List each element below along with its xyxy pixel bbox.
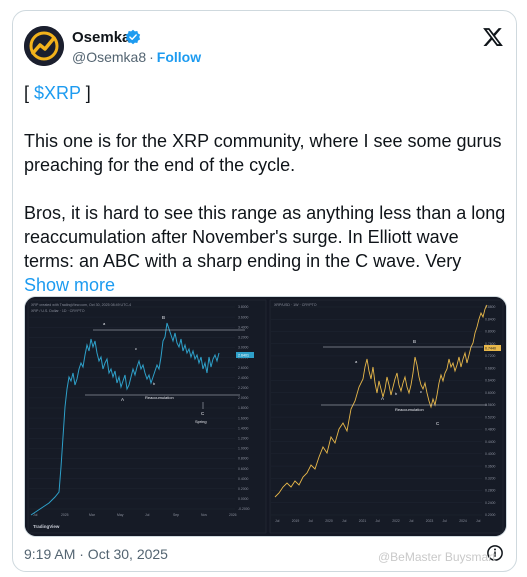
separator-dot: · (149, 49, 154, 65)
chart-image[interactable]: XRP created with TradingView.com, Oct 30… (24, 296, 507, 537)
y-tick-label: 1.0000 (238, 447, 248, 451)
y-tick-label: 0.2400 (485, 501, 495, 505)
y-tick-label: -0.2000 (238, 507, 250, 511)
timestamp[interactable]: 9:19 AM · Oct 30, 2025 (24, 546, 168, 562)
y-tick-label: 3.6000 (238, 315, 248, 319)
left-price-tag: 2.6401 (238, 354, 249, 358)
y-tick-label: 0.2000 (238, 487, 248, 491)
x-tick-label: Jul (443, 519, 448, 523)
tweet-card: Osemka @Osemka8 · Follow [ $XRP ] This one… (12, 10, 517, 572)
follow-button[interactable]: Follow (157, 49, 201, 65)
x-tick-label: 2025 (61, 513, 69, 517)
y-tick-label: 0.6400 (485, 379, 495, 383)
bracket-close: ] (80, 83, 91, 103)
y-tick-label: 0.7200 (485, 354, 495, 358)
x-tick-label: Jul (342, 519, 347, 523)
x-tick-label: Sep (173, 513, 179, 517)
paragraph-2: Bros, it is hard to see this range as an… (24, 201, 509, 297)
show-more-link[interactable]: Show more (24, 275, 115, 295)
left-spring-label: Spring (195, 419, 207, 424)
x-tick-label: May (117, 513, 124, 517)
paragraph-2-text: Bros, it is hard to see this range as an… (24, 203, 506, 271)
watermark: @BeMaster Buysmart (378, 550, 496, 564)
y-tick-label: 3.0000 (238, 346, 248, 350)
x-tick-label: 2024 (459, 519, 467, 523)
y-tick-label: 0.4000 (485, 452, 495, 456)
y-tick-label: 0.0000 (238, 497, 248, 501)
x-logo-icon[interactable] (482, 26, 504, 48)
y-tick-label: 0.4400 (485, 440, 495, 444)
y-tick-label: 0.4800 (485, 428, 495, 432)
y-tick-label: 0.8400 (485, 317, 495, 321)
y-tick-label: 1.2000 (238, 437, 248, 441)
x-tick-label: Mar (89, 513, 96, 517)
x-tick-label: 2020 (325, 519, 333, 523)
x-tick-label: Jul (309, 519, 314, 523)
left-label-A: A (121, 397, 124, 402)
y-tick-label: 0.4000 (238, 477, 248, 481)
y-tick-label: 0.8000 (238, 457, 248, 461)
x-tick-label: 2022 (392, 519, 400, 523)
x-tick-label: 2023 (426, 519, 434, 523)
y-tick-label: 0.2000 (485, 513, 495, 517)
x-tick-label: 2021 (359, 519, 367, 523)
paragraph-1: This one is for the XRP community, where… (24, 131, 502, 175)
right-label-c-small: c (420, 389, 422, 394)
bracket-open: [ (24, 83, 35, 103)
cashtag-link[interactable]: $XRP (34, 83, 81, 103)
y-tick-label: 3.4000 (238, 325, 248, 329)
y-tick-label: 0.5200 (485, 415, 495, 419)
y-tick-label: 0.6000 (238, 467, 248, 471)
y-tick-label: 0.6000 (485, 391, 495, 395)
x-tick-label: Nov (201, 513, 207, 517)
x-tick-label: Jul (275, 519, 280, 523)
left-label-B: B (162, 315, 165, 320)
left-chart-header: XRP created with TradingView.com, Oct 30… (31, 303, 131, 307)
x-tick-label: 2026 (229, 513, 237, 517)
y-tick-label: 0.6800 (485, 366, 495, 370)
y-tick-label: 2.0000 (238, 396, 248, 400)
right-label-B: B (413, 339, 416, 344)
left-chart-symbol: XRP / U.S. Dollar · 1D · CRYPTO (31, 309, 85, 313)
y-tick-label: 1.8000 (238, 406, 248, 410)
y-tick-label: 2.6000 (238, 366, 248, 370)
right-chart-header: XRP/USD · 1W · CRYPTO (274, 303, 317, 307)
x-tick-label: Jul (476, 519, 481, 523)
author-name[interactable]: Osemka (72, 29, 130, 46)
left-reaccumulation-label: Reaccumulation (145, 395, 174, 400)
y-tick-label: 2.4000 (238, 376, 248, 380)
author-handle[interactable]: @Osemka8 (72, 49, 146, 65)
right-label-A: A (381, 396, 384, 401)
y-tick-label: 0.8000 (485, 330, 495, 334)
verified-badge-icon (125, 29, 141, 45)
osemka-logo-icon (24, 26, 64, 66)
chart-image-svg: XRP created with TradingView.com, Oct 30… (25, 297, 506, 536)
right-reaccumulation-label: Reaccumulation (395, 407, 424, 412)
y-tick-label: 0.3600 (485, 464, 495, 468)
x-tick-label: Jul (145, 513, 150, 517)
tradingview-brand: TradingView (33, 524, 60, 529)
y-tick-label: 1.6000 (238, 416, 248, 420)
y-tick-label: 0.3200 (485, 476, 495, 480)
avatar[interactable] (24, 26, 64, 66)
cashtag-line: [ $XRP ] (24, 81, 509, 105)
author-handle-row: @Osemka8 · Follow (72, 49, 201, 65)
y-tick-label: 0.2800 (485, 489, 495, 493)
x-tick-label: Jul (409, 519, 414, 523)
y-tick-label: 3.8000 (238, 305, 248, 309)
y-tick-label: 1.4000 (238, 426, 248, 430)
tweet-text: [ $XRP ] This one is for the XRP communi… (24, 81, 509, 297)
y-tick-label: 3.2000 (238, 336, 248, 340)
x-tick-label: Jul (376, 519, 381, 523)
y-tick-label: 2.2000 (238, 386, 248, 390)
left-label-c-small: c (135, 346, 137, 351)
right-price-tag: 0.7440 (485, 347, 496, 351)
x-tick-label: 2019 (292, 519, 300, 523)
